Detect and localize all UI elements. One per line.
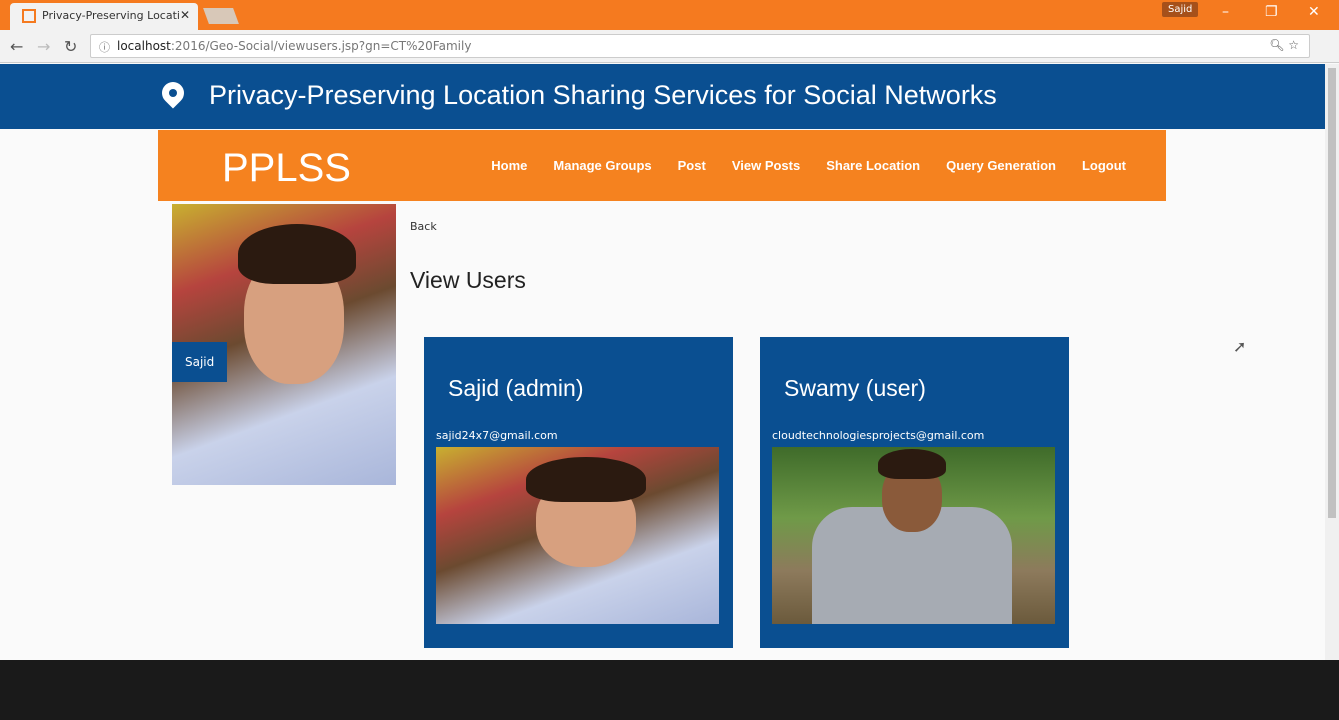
info-icon: ⓘ	[99, 41, 110, 54]
back-arrow-icon[interactable]: ←	[10, 37, 23, 56]
user-photo	[772, 447, 1055, 624]
forward-arrow-icon[interactable]: →	[37, 37, 50, 56]
brand-logo[interactable]: PPLSS	[222, 146, 351, 191]
close-tab-icon[interactable]: ✕	[180, 8, 190, 22]
user-name: Sajid (admin)	[448, 375, 584, 401]
minimize-icon[interactable]: –	[1222, 4, 1229, 20]
nav-manage-groups[interactable]: Manage Groups	[553, 158, 651, 173]
user-email: cloudtechnologiesprojects@gmail.com	[772, 429, 985, 442]
nav-home[interactable]: Home	[491, 158, 527, 173]
scrollbar-thumb[interactable]	[1328, 68, 1336, 518]
nav-query-generation[interactable]: Query Generation	[946, 158, 1056, 173]
url-path: :2016/Geo-Social/viewusers.jsp?gn=CT%20F…	[170, 39, 472, 53]
site-header: Privacy-Preserving Location Sharing Serv…	[0, 64, 1325, 129]
nav-bar: PPLSS Home Manage Groups Post View Posts…	[158, 130, 1166, 201]
nav-logout[interactable]: Logout	[1082, 158, 1126, 173]
site-title: Privacy-Preserving Location Sharing Serv…	[209, 80, 997, 110]
nav-post[interactable]: Post	[678, 158, 706, 173]
user-name: Swamy (user)	[784, 375, 926, 401]
back-link[interactable]: Back	[410, 220, 437, 233]
footer	[0, 660, 1339, 720]
browser-tab[interactable]: Privacy-Preserving Locati ✕	[10, 3, 198, 30]
close-window-icon[interactable]: ✕	[1308, 4, 1320, 20]
user-card[interactable]: Swamy (user) cloudtechnologiesprojects@g…	[760, 337, 1069, 648]
reload-icon[interactable]: ↻	[64, 37, 77, 56]
restore-icon[interactable]: ❐	[1265, 4, 1278, 20]
mouse-cursor-icon: ➚	[1233, 337, 1247, 356]
zoom-star-icons[interactable]: 🔍︎ ☆	[1269, 38, 1299, 52]
profile-name: Sajid	[172, 342, 228, 382]
profile-badge[interactable]: Sajid	[1162, 2, 1199, 17]
tab-title: Privacy-Preserving Locati	[42, 9, 180, 22]
location-pin-icon	[157, 77, 189, 109]
user-card[interactable]: Sajid (admin) sajid24x7@gmail.com	[424, 337, 733, 648]
profile-photo: Sajid	[172, 204, 396, 485]
favicon-icon	[22, 9, 36, 23]
user-photo	[436, 447, 719, 624]
browser-tab-bar: Privacy-Preserving Locati ✕ Sajid – ❐ ✕	[0, 0, 1339, 30]
url-host: localhost	[117, 39, 171, 53]
nav-view-posts[interactable]: View Posts	[732, 158, 800, 173]
url-input[interactable]: ⓘ localhost:2016/Geo-Social/viewusers.jsp…	[90, 34, 1310, 58]
address-bar-row: ← → ↻ ⓘ localhost:2016/Geo-Social/viewuse…	[0, 30, 1339, 63]
nav-share-location[interactable]: Share Location	[826, 158, 920, 173]
page-title: View Users	[410, 267, 526, 293]
new-tab-button[interactable]	[203, 8, 239, 24]
user-email: sajid24x7@gmail.com	[436, 429, 558, 442]
scrollbar[interactable]	[1325, 64, 1339, 660]
